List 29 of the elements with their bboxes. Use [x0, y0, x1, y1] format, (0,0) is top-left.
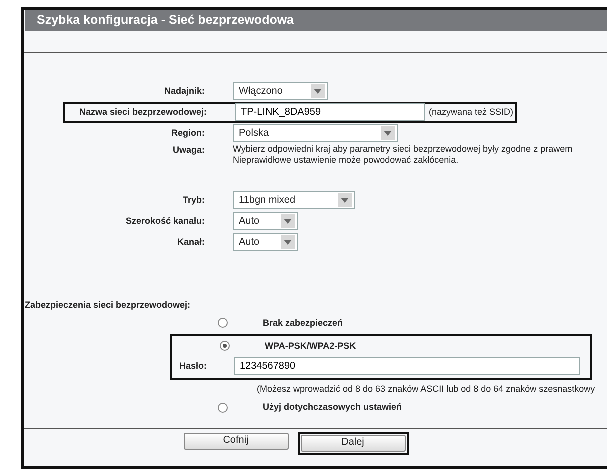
dropdown[interactable]: Polska — [233, 124, 398, 142]
window-title: Szybka konfiguracja - Sieć bezprzewodowa — [25, 10, 607, 31]
dropdown[interactable]: Auto — [233, 212, 298, 230]
radio-button[interactable] — [218, 318, 228, 328]
nav-button[interactable]: Cofnij — [184, 432, 288, 450]
option-label: Użyj dotychczasowych ustawień — [263, 401, 402, 414]
field-label: Nazwa sieci bezprzewodowej: — [78, 106, 207, 119]
field-label: Uwaga: — [172, 144, 205, 157]
radio-button[interactable] — [220, 341, 230, 352]
option-label: WPA-PSK/WPA2-PSK — [265, 340, 356, 352]
field-label: Nadajnik: — [163, 84, 205, 98]
field-note: (nazywana też SSID) — [429, 106, 514, 119]
dropdown[interactable]: 11bgn mixed — [233, 191, 355, 210]
option-label: Brak zabezpieczeń — [263, 316, 344, 330]
note-text: Nieprawidłowe ustawienie może powodować zakłócenia. — [233, 154, 460, 166]
field-label: Tryb: — [182, 194, 205, 207]
field-label: Hasło: — [178, 360, 207, 372]
field-label: Kanał: — [176, 236, 205, 248]
field-label: Szerokość kanału: — [124, 214, 205, 228]
radio-button[interactable] — [218, 402, 228, 413]
note-text: Wybierz odpowiedni kraj aby parametry sieci bezprzewodowej były zgodne z prawem — [233, 144, 573, 155]
hint-text: (Możesz wprowadzić od 8 do 63 znaków ASCII lub od 8 do 64 znaków szesnastkowy — [257, 383, 596, 396]
nav-button[interactable]: Dalej — [300, 434, 406, 452]
password-field[interactable]: 1234567890 — [234, 357, 580, 376]
dropdown[interactable]: Auto — [233, 233, 298, 252]
field-label: Region: — [170, 126, 205, 140]
text-field[interactable]: TP-LINK_8DA959 — [235, 103, 425, 122]
section-heading: Zabezpieczenia sieci bezprzewodowej: — [24, 298, 192, 312]
dropdown[interactable]: Włączono — [233, 82, 328, 100]
